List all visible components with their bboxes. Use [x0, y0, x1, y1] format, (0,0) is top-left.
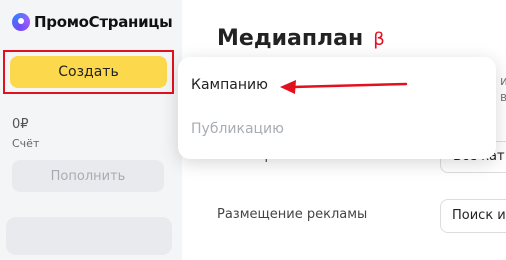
topup-button[interactable]: Пополнить — [12, 160, 164, 192]
sidebar-card[interactable] — [6, 217, 172, 255]
page-title-text: Медиаплан — [217, 26, 364, 51]
sidebar: ПромоСтраницы Создать 0₽ Счёт Пополнить — [0, 0, 182, 260]
create-button[interactable]: Создать — [10, 56, 167, 88]
ad-placement-select[interactable]: Поиск и — [440, 199, 506, 233]
page-title: Медиаплан β — [217, 26, 385, 51]
logo-text: ПромоСтраницы — [34, 13, 173, 31]
side-hint: и ва — [500, 73, 506, 105]
account-label: Счёт — [12, 137, 40, 150]
balance-amount: 0₽ — [12, 117, 29, 132]
annotation-arrow-icon — [280, 80, 408, 94]
logo[interactable]: ПромоСтраницы — [12, 13, 173, 31]
side-hint-line-2: ва — [500, 90, 506, 104]
ad-placement-label: Размещение рекламы — [217, 207, 368, 222]
side-hint-line-1: и — [500, 74, 506, 88]
create-button-highlight: Создать — [3, 50, 174, 94]
beta-badge: β — [373, 29, 385, 50]
create-dropdown-menu: Кампанию Публикацию — [178, 57, 496, 159]
menu-item-publication[interactable]: Публикацию — [191, 121, 284, 137]
logo-icon — [12, 13, 30, 31]
menu-item-campaign[interactable]: Кампанию — [191, 77, 268, 93]
